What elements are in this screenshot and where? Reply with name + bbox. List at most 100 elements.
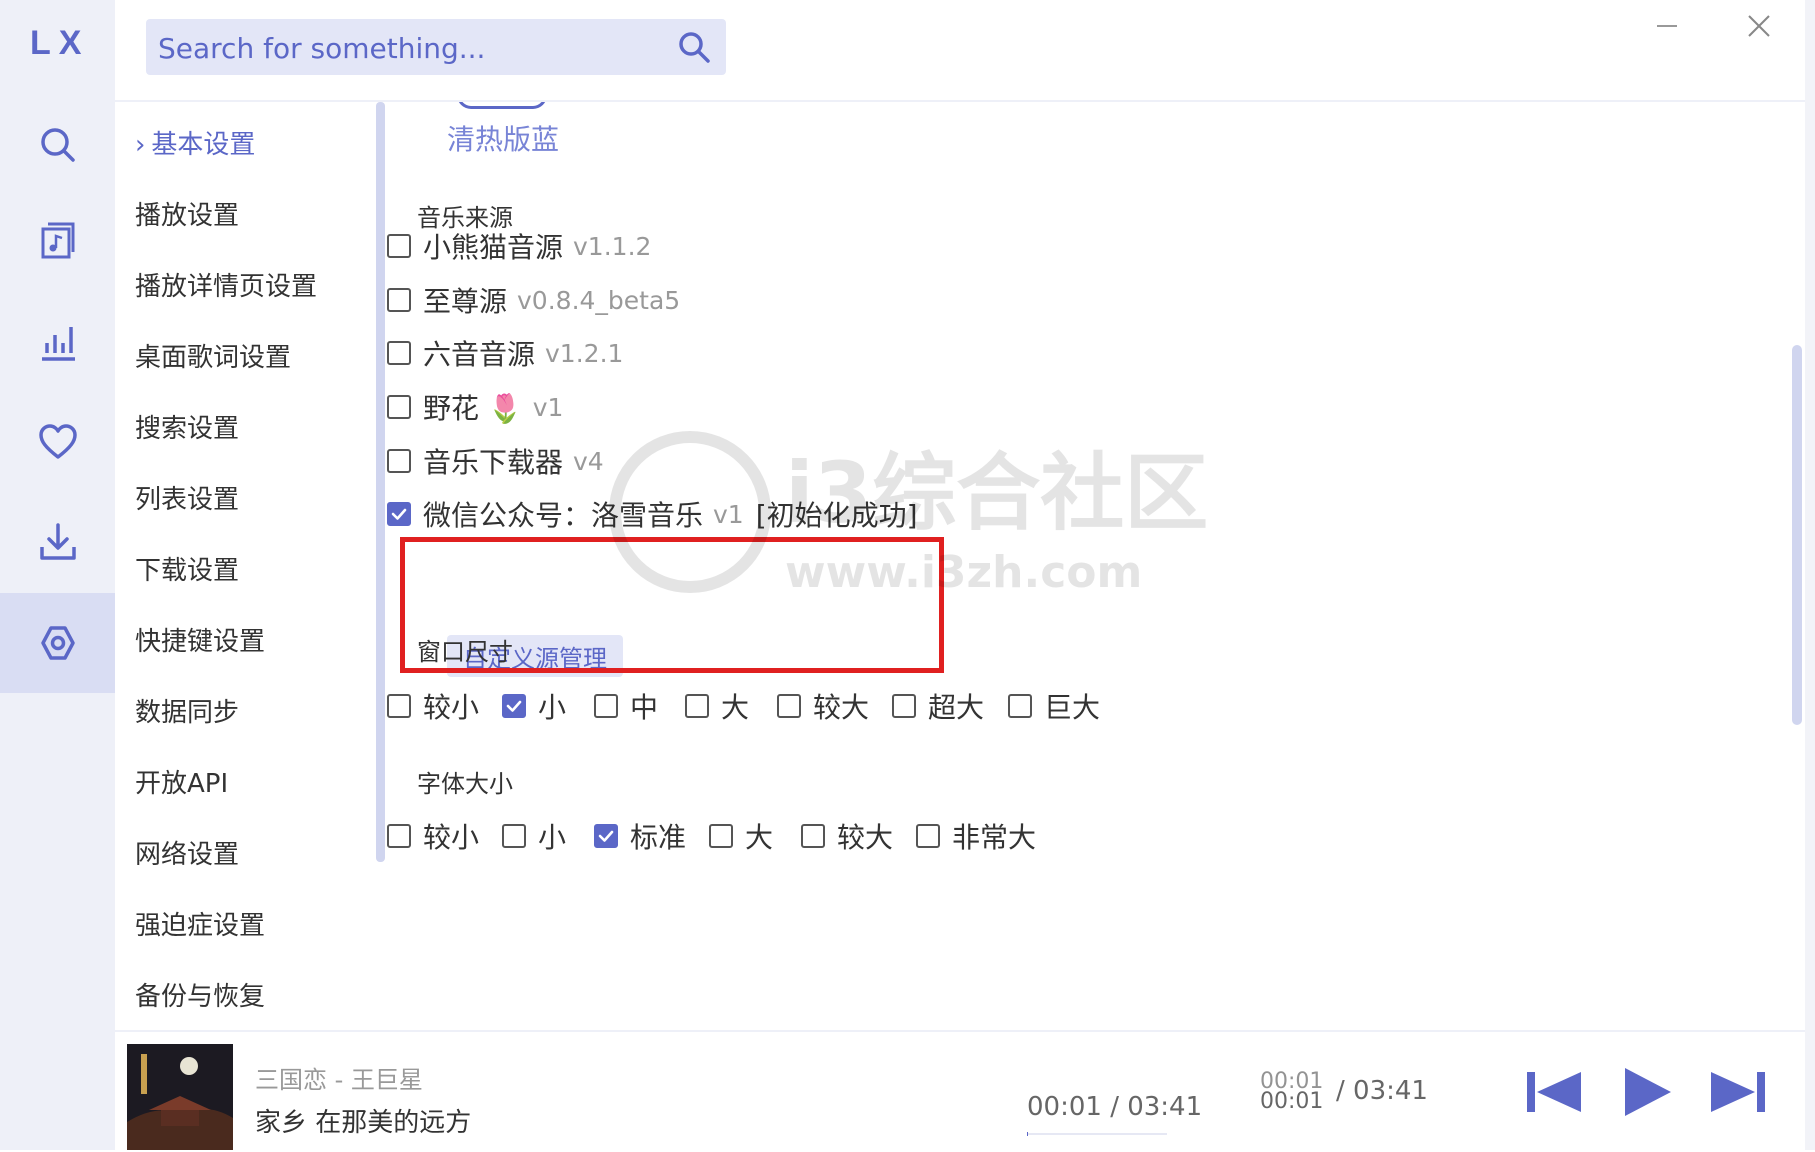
source-version: v4 [573,446,604,476]
nav-scrollbar[interactable] [376,102,385,862]
nav-item-open-api[interactable]: 开放API [135,763,228,800]
progress-bar[interactable] [1027,1132,1167,1136]
source-version: v1.2.1 [545,338,624,368]
rail-songlist-button[interactable] [0,192,115,292]
checkbox-unchecked[interactable] [387,824,411,848]
checkbox-unchecked[interactable] [387,341,411,365]
content-scrollbar[interactable] [1792,345,1802,725]
font-size-option[interactable]: 较小 [387,816,479,856]
checkbox-checked[interactable] [594,824,618,848]
checkbox-unchecked[interactable] [594,694,618,718]
nav-item-search[interactable]: 搜索设置 [135,408,239,445]
nav-active-marker: › [135,130,146,160]
window-size-option[interactable]: 小 [502,686,566,726]
source-name: 小熊猫音源 [423,231,564,264]
search-icon [40,128,75,162]
time-current-ghost: 00:01 [1260,1069,1324,1094]
source-name: 野花 🌷 [423,392,523,425]
heart-icon [38,424,77,459]
source-name: 至尊源 [423,285,508,318]
music-source-option[interactable]: 微信公众号：洛雪音乐 v1 [初始化成功] [387,494,918,534]
option-label: 大 [745,821,774,854]
font-size-option[interactable]: 标准 [594,816,686,856]
search-input[interactable] [156,19,660,77]
window-size-option[interactable]: 巨大 [1008,686,1100,726]
theme-name[interactable]: 清热版蓝 [447,118,559,158]
source-version: v1 [532,392,564,422]
playback-time-current: 00:01 00:01 [1260,1069,1324,1113]
checkbox-unchecked[interactable] [502,824,526,848]
option-label: 较小 [423,821,480,854]
playback-time-total: / 03:41 [1336,1076,1428,1106]
checkbox-unchecked[interactable] [709,824,733,848]
rail-leaderboard-button[interactable] [0,292,115,392]
checkbox-unchecked[interactable] [387,234,411,258]
rail-search-button[interactable] [0,95,115,195]
next-button[interactable] [1707,1064,1769,1120]
music-source-option[interactable]: 音乐下载器 v4 [387,441,604,481]
nav-item-sync[interactable]: 数据同步 [135,692,239,729]
font-size-option[interactable]: 非常大 [916,816,1036,856]
minimize-icon [1657,25,1677,27]
checkbox-unchecked[interactable] [777,694,801,718]
previous-button[interactable] [1523,1064,1585,1120]
checkbox-checked[interactable] [502,694,526,718]
source-name: 音乐下载器 [423,446,564,479]
source-version: v0.8.4_beta5 [517,285,681,315]
nav-item-backup[interactable]: 备份与恢复 [135,976,265,1013]
rail-download-button[interactable] [0,492,115,592]
app-rail: LX [0,0,115,1150]
window-edge [1805,0,1815,1150]
music-list-icon [41,222,74,259]
nav-item-play-detail[interactable]: 播放详情页设置 [135,266,317,303]
checkbox-unchecked[interactable] [685,694,709,718]
download-icon [39,523,76,560]
checkbox-unchecked[interactable] [387,395,411,419]
checkbox-unchecked[interactable] [801,824,825,848]
nav-item-desktop-lyric[interactable]: 桌面歌词设置 [135,337,291,374]
music-source-option[interactable]: 至尊源 v0.8.4_beta5 [387,280,680,320]
search-icon[interactable] [674,27,714,67]
window-size-option[interactable]: 中 [594,686,658,726]
checkbox-unchecked[interactable] [916,824,940,848]
window-size-option[interactable]: 较大 [777,686,869,726]
source-version: v1 [713,499,744,529]
search-box [146,19,726,77]
play-button[interactable] [1615,1064,1677,1120]
music-source-option[interactable]: 野花 🌷 v1 [387,387,563,427]
rail-favorites-button[interactable] [0,392,115,492]
nav-item-download[interactable]: 下载设置 [135,550,239,587]
close-button[interactable] [1733,6,1785,46]
checkbox-unchecked[interactable] [387,288,411,312]
font-size-title: 字体大小 [417,770,513,798]
minimize-button[interactable] [1641,6,1693,46]
window-size-option[interactable]: 大 [685,686,749,726]
checkbox-unchecked[interactable] [387,449,411,473]
player-bar: 三国恋 - 王巨星 家乡 在那美的远方 00:01 / 03:41 00:01 … [115,1030,1805,1152]
option-label: 超大 [928,691,985,724]
song-title: 家乡 在那美的远方 [255,1108,472,1138]
window-size-option[interactable]: 超大 [892,686,984,726]
nav-item-network[interactable]: 网络设置 [135,834,239,871]
font-size-option[interactable]: 大 [709,816,773,856]
checkbox-unchecked[interactable] [387,694,411,718]
music-source-option[interactable]: 小熊猫音源 v1.1.2 [387,226,651,266]
album-cover[interactable] [127,1044,233,1150]
nav-item-hotkey[interactable]: 快捷键设置 [135,621,265,658]
checkbox-unchecked[interactable] [892,694,916,718]
checkbox-checked[interactable] [387,502,411,526]
nav-item-playback[interactable]: 播放设置 [135,195,239,232]
checkbox-unchecked[interactable] [1008,694,1032,718]
rail-settings-button[interactable] [0,593,115,693]
font-size-option[interactable]: 较大 [801,816,893,856]
music-source-option[interactable]: 六音音源 v1.2.1 [387,333,623,373]
nav-item-list[interactable]: 列表设置 [135,479,239,516]
window-size-option[interactable]: 较小 [387,686,479,726]
source-status: [初始化成功] [755,499,918,532]
settings-icon [40,626,75,660]
font-size-option[interactable]: 小 [502,816,566,856]
theme-swatch[interactable] [457,102,547,109]
source-version: v1.1.2 [573,231,652,261]
nav-item-ocd[interactable]: 强迫症设置 [135,905,265,942]
nav-item-basic[interactable]: › 基本设置 [135,124,255,161]
